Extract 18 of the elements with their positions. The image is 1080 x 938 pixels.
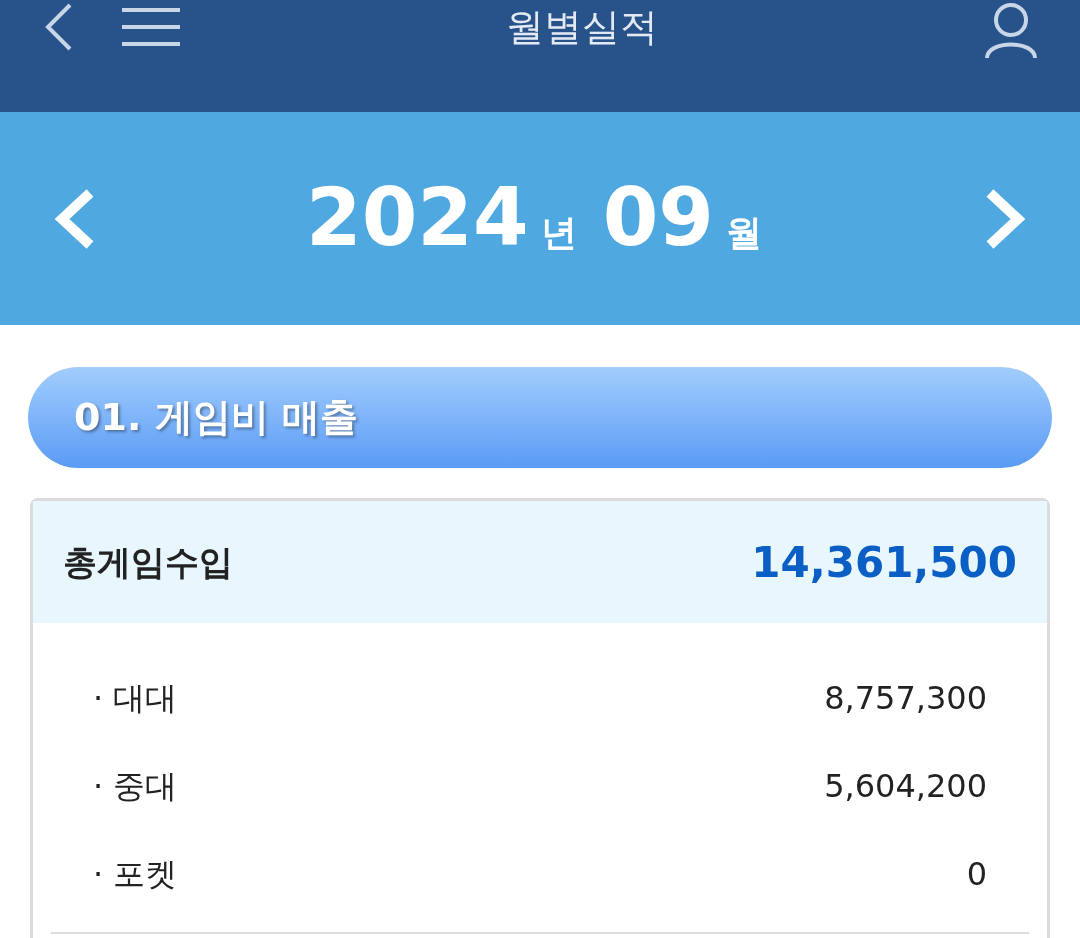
year-unit: 년 (540, 210, 577, 255)
row-label: · 중대 (93, 766, 178, 807)
user-icon[interactable] (984, 2, 1038, 60)
row-label: · 대대 (93, 678, 178, 719)
next-month-icon[interactable] (984, 187, 1028, 250)
page-title: 월별실적 (506, 4, 658, 51)
summary-label: 총게임수입 (63, 540, 233, 584)
previous-month-icon[interactable] (52, 187, 96, 250)
year-text: 2024 (306, 177, 529, 258)
row-label: · 포켓 (93, 854, 178, 895)
menu-icon[interactable] (122, 7, 180, 47)
month-unit: 월 (726, 210, 762, 255)
section-title: 01. 게임비 매출 (74, 394, 358, 441)
summary-value: 14,361,500 (751, 536, 1017, 589)
row-value: 5,604,200 (824, 766, 987, 807)
row-value: 8,757,300 (824, 678, 987, 719)
month-text: 09 (602, 177, 714, 258)
row-value: 0 (966, 854, 987, 895)
